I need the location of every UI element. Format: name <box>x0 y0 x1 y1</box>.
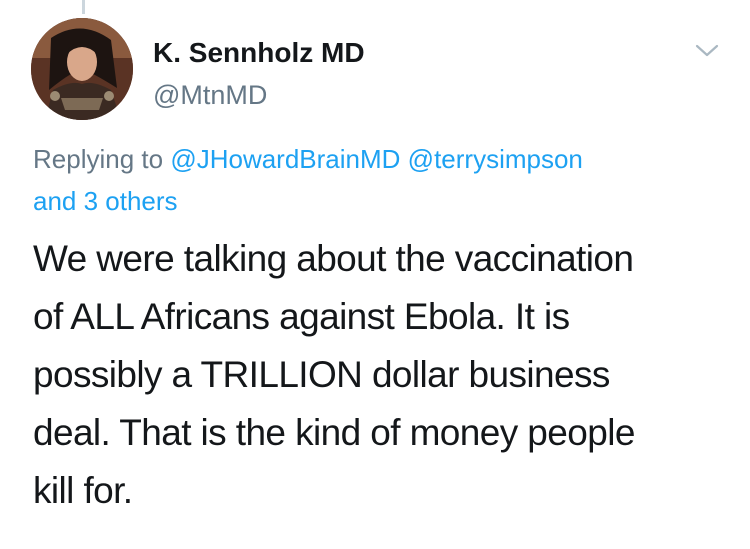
others-link[interactable]: and 3 others <box>33 186 178 216</box>
tweet-text-line: possibly a TRILLION dollar business <box>33 354 610 395</box>
mention-link[interactable]: @JHowardBrainMD <box>170 144 400 174</box>
replying-to: Replying to @JHowardBrainMD @terrysimpso… <box>33 138 733 222</box>
tweet-menu-button[interactable] <box>690 38 724 62</box>
tweet-text-line: deal. That is the kind of money people <box>33 412 635 453</box>
tweet-author[interactable]: K. Sennholz MD @MtnMD <box>153 36 365 112</box>
avatar-image <box>31 18 133 120</box>
tweet-text-line: We were talking about the vaccination <box>33 238 634 279</box>
tweet-text: We were talking about the vaccination of… <box>33 230 733 520</box>
author-handle[interactable]: @MtnMD <box>153 78 365 112</box>
replying-to-label: Replying to <box>33 144 164 174</box>
tweet-text-line: of ALL Africans against Ebola. It is <box>33 296 570 337</box>
thread-connector-line <box>82 0 85 14</box>
avatar[interactable] <box>31 18 133 120</box>
author-name[interactable]: K. Sennholz MD <box>153 36 365 70</box>
chevron-down-icon <box>695 44 719 57</box>
tweet-text-line: kill for. <box>33 470 133 511</box>
mention-link[interactable]: @terrysimpson <box>408 144 583 174</box>
